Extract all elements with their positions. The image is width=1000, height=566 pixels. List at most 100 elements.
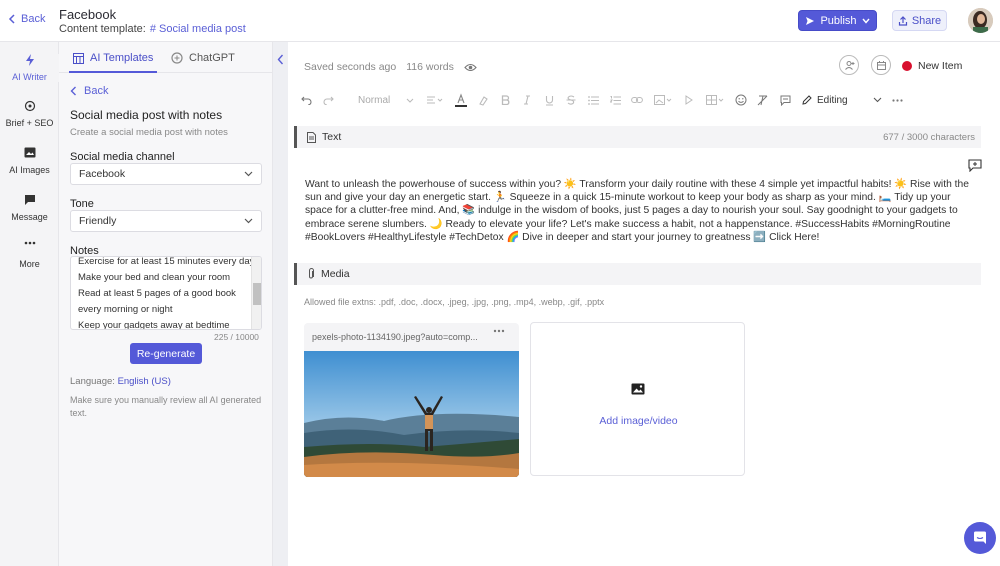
support-chat-button[interactable] (964, 522, 996, 554)
status-selector[interactable]: New Item (902, 60, 962, 72)
section-edge (294, 263, 297, 285)
emoji-button[interactable] (730, 90, 752, 110)
italic-button[interactable] (516, 90, 538, 110)
notes-textarea[interactable]: Exercise for at least 15 minutes every d… (70, 256, 262, 330)
chevron-down-icon (406, 98, 414, 103)
add-media-card[interactable]: Add image/video (530, 322, 745, 476)
rail-label: More (19, 259, 40, 269)
underline-button[interactable] (538, 90, 560, 110)
smiley-icon (735, 94, 747, 106)
status-label: New Item (918, 60, 963, 72)
media-section-label: Media (307, 268, 350, 280)
align-icon (427, 96, 443, 104)
tab-chatgpt[interactable]: ChatGPT (171, 52, 235, 64)
redo-icon (323, 96, 334, 105)
link-button[interactable] (626, 90, 648, 110)
align-button[interactable] (420, 90, 450, 110)
lightning-icon (25, 54, 34, 66)
share-icon (898, 15, 907, 26)
rail-item-ai-writer[interactable]: AI Writer (0, 54, 59, 82)
highlighter-icon (478, 95, 488, 106)
language-prefix: Language: (70, 376, 115, 387)
notes-line: Make your bed and clean your room (78, 272, 231, 283)
notes-line: Keep your gadgets away at bedtime (78, 320, 230, 330)
send-icon (806, 16, 815, 25)
channel-select[interactable]: Facebook (70, 163, 262, 185)
rail-item-ai-images[interactable]: AI Images (0, 147, 59, 175)
panel-tabs: AI Templates ChatGPT (59, 42, 273, 73)
tab-label: ChatGPT (189, 52, 235, 64)
eye-icon[interactable] (464, 63, 477, 72)
regenerate-button[interactable]: Re-generate (130, 343, 202, 364)
paperclip-icon (309, 268, 314, 279)
text-color-button[interactable] (450, 90, 472, 110)
insert-video-button[interactable] (678, 90, 700, 110)
redo-button[interactable] (314, 90, 342, 110)
link-icon (631, 97, 643, 103)
editing-mode-dropdown[interactable] (868, 90, 886, 110)
tab-ai-templates[interactable]: AI Templates (73, 52, 153, 64)
publish-button[interactable]: Publish (798, 10, 877, 31)
media-item-card[interactable]: pexels-photo-1134190.jpeg?auto=comp... (304, 323, 519, 477)
language-link[interactable]: English (US) (118, 376, 171, 387)
strikethrough-button[interactable] (560, 90, 582, 110)
add-media-label: Add image/video (599, 415, 678, 427)
editor-meta: Saved seconds ago 116 words (304, 61, 477, 73)
post-body-text[interactable]: Want to unleash the powerhouse of succes… (305, 178, 973, 244)
schedule-button[interactable] (871, 55, 891, 75)
user-avatar[interactable] (968, 8, 993, 33)
text-color-icon (455, 93, 467, 107)
insert-table-button[interactable] (700, 90, 730, 110)
back-label: Back (21, 13, 46, 25)
media-file-name: pexels-photo-1134190.jpeg?auto=comp... (312, 332, 478, 342)
collapse-panel-button[interactable] (273, 42, 288, 566)
image-icon (24, 147, 35, 158)
undo-button[interactable] (298, 90, 314, 110)
more-options-button[interactable] (886, 90, 908, 110)
ai-writer-panel: AI Templates ChatGPT Back Social media p… (59, 42, 288, 566)
add-comment-button[interactable] (774, 90, 796, 110)
bullet-list-button[interactable] (582, 90, 604, 110)
numbered-list-button[interactable] (604, 90, 626, 110)
template-title: Social media post with notes (70, 108, 223, 122)
highlight-button[interactable] (472, 90, 494, 110)
media-more-button[interactable] (493, 329, 505, 333)
add-comment-side-button[interactable] (968, 159, 982, 172)
scroll-thumb[interactable] (253, 283, 261, 305)
media-section-header: Media (294, 263, 981, 285)
rail-label: Message (11, 212, 48, 222)
table-icon (706, 95, 724, 105)
text-style-select[interactable]: Normal (342, 90, 420, 110)
assign-user-button[interactable] (839, 55, 859, 75)
rail-item-brief-seo[interactable]: Brief + SEO (0, 100, 59, 128)
saved-status: Saved seconds ago (304, 61, 397, 73)
tone-select[interactable]: Friendly (70, 210, 262, 232)
status-dot (902, 61, 912, 71)
chatgpt-icon (171, 52, 183, 64)
notes-character-count: 225 / 10000 (214, 332, 259, 342)
template-link[interactable]: # Social media post (150, 23, 246, 35)
add-user-icon (844, 60, 854, 70)
text-section-label: Text (307, 131, 341, 143)
language-line: Language: English (US) (70, 376, 171, 387)
notes-line: every morning or night (78, 304, 173, 315)
notes-scrollbar[interactable] (251, 257, 261, 329)
media-thumbnail[interactable] (304, 351, 519, 477)
rail-item-more[interactable]: More (0, 241, 59, 269)
panel-back-button[interactable]: Back (70, 85, 108, 97)
chat-icon (974, 531, 986, 544)
share-button[interactable]: Share (892, 10, 947, 31)
play-icon (685, 95, 693, 105)
underline-icon (545, 95, 553, 106)
templates-icon (73, 52, 84, 64)
media-section-title: Media (321, 268, 350, 280)
back-button[interactable]: Back (8, 13, 45, 25)
insert-image-button[interactable] (648, 90, 678, 110)
section-edge (294, 126, 297, 148)
message-icon (24, 195, 35, 205)
template-prefix: Content template: (59, 23, 146, 35)
bold-button[interactable] (494, 90, 516, 110)
clear-format-button[interactable] (752, 90, 774, 110)
rail-item-message[interactable]: Message (0, 194, 59, 222)
editing-mode-button[interactable]: Editing (796, 90, 868, 110)
